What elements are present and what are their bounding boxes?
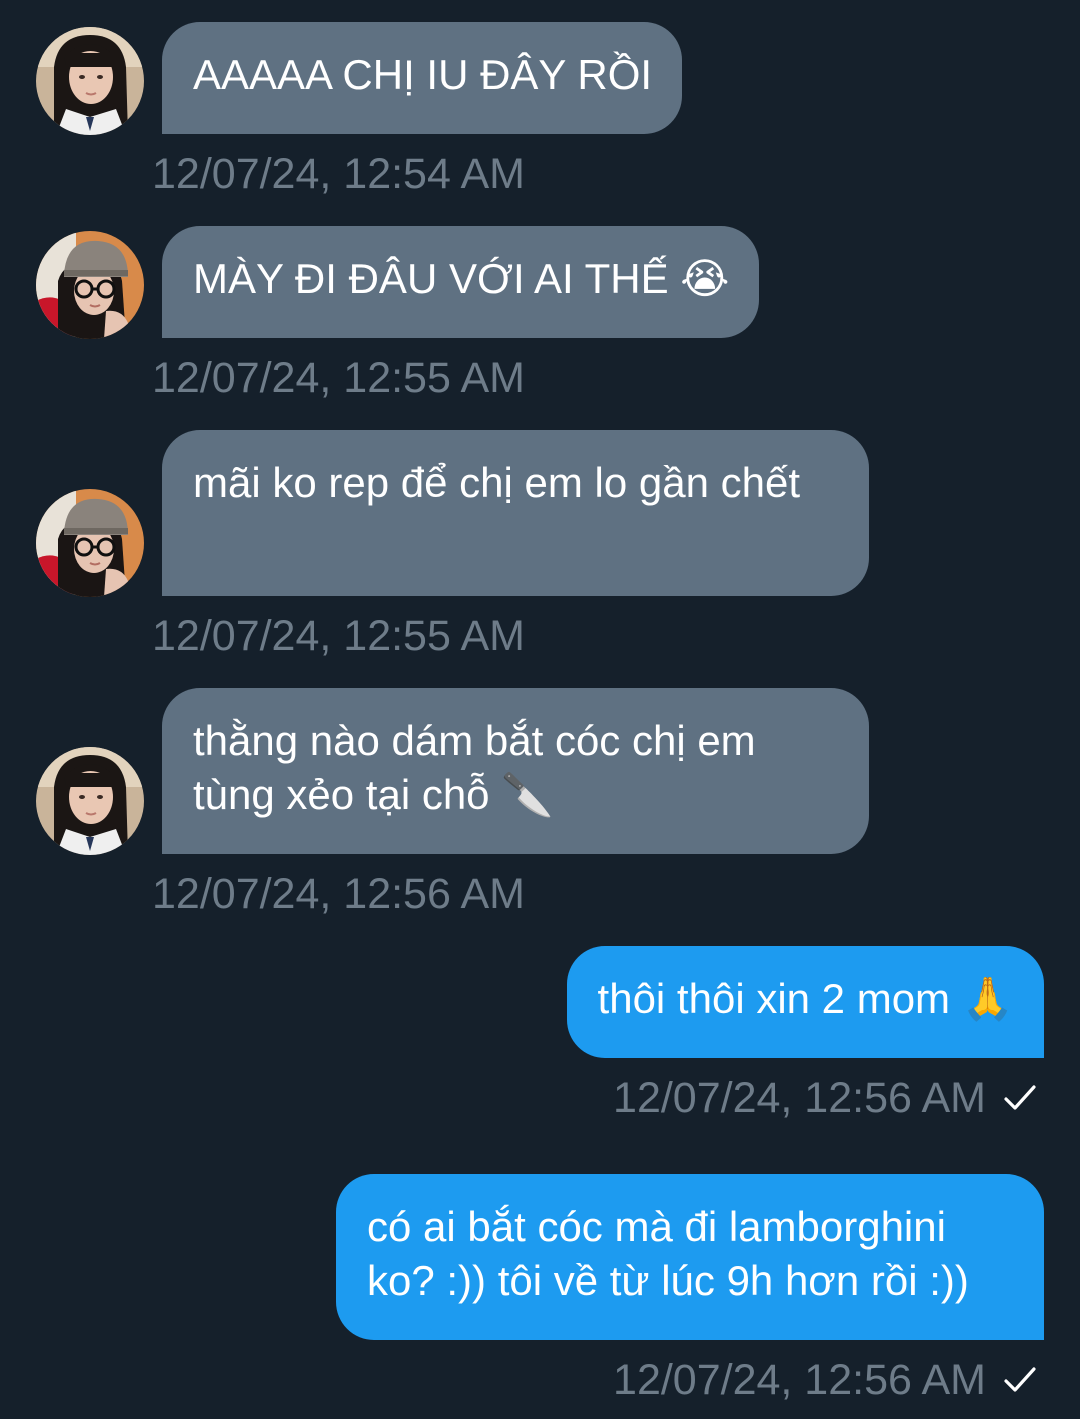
message-timestamp: 12/07/24, 12:56 AM (152, 870, 525, 918)
message-bubble-outgoing[interactable]: có ai bắt cóc mà đi lamborghini ko? :)) … (336, 1174, 1044, 1340)
avatar[interactable] (36, 27, 144, 135)
check-icon (1004, 1367, 1036, 1392)
message-timestamp: 12/07/24, 12:55 AM (152, 612, 525, 660)
message-text: AAAAA CHỊ IU ĐÂY RỒI (193, 51, 653, 98)
message-bubble-incoming[interactable]: thằng nào dám bắt cóc chị em tùng xẻo tạ… (162, 688, 869, 854)
avatar[interactable] (36, 747, 144, 855)
message-bubble-outgoing[interactable]: thôi thôi xin 2 mom 🙏 (566, 946, 1044, 1058)
message-bubble-incoming[interactable]: MÀY ĐI ĐÂU VỚI AI THẾ 😭 (162, 226, 760, 338)
message-bubble-incoming[interactable]: mãi ko rep để chị em lo gần chết (162, 430, 869, 596)
message-text: MÀY ĐI ĐÂU VỚI AI THẾ 😭 (193, 255, 730, 302)
message-text: có ai bắt cóc mà đi lamborghini ko? :)) … (367, 1203, 969, 1304)
message-timestamp: 12/07/24, 12:56 AM (613, 1356, 986, 1404)
message-text: thôi thôi xin 2 mom 🙏 (597, 975, 1014, 1022)
girl-beanie-glasses-avatar (36, 489, 144, 597)
message-timestamp: 12/07/24, 12:55 AM (152, 354, 525, 402)
avatar[interactable] (36, 231, 144, 339)
message-meta: 12/07/24, 12:56 AM (613, 1355, 1038, 1405)
avatar[interactable] (36, 489, 144, 597)
message-bubble-incoming[interactable]: AAAAA CHỊ IU ĐÂY RỒI (162, 22, 683, 134)
check-icon (1004, 1085, 1036, 1110)
message-timestamp: 12/07/24, 12:56 AM (613, 1074, 986, 1122)
girl-bangs-avatar (36, 747, 144, 855)
girl-bangs-avatar (36, 27, 144, 135)
chat-thread: AAAAA CHỊ IU ĐÂY RỒI 12/07/24, 12:54 AM … (0, 0, 1080, 1419)
message-timestamp: 12/07/24, 12:54 AM (152, 150, 525, 198)
message-text: thằng nào dám bắt cóc chị em tùng xẻo tạ… (193, 717, 756, 818)
message-meta: 12/07/24, 12:56 AM (613, 1073, 1038, 1123)
girl-beanie-glasses-avatar (36, 231, 144, 339)
message-text: mãi ko rep để chị em lo gần chết (193, 459, 800, 506)
